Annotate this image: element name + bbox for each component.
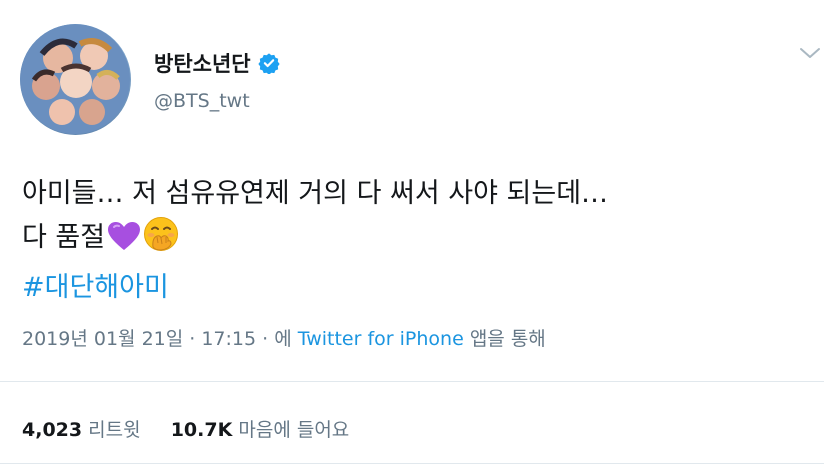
divider — [0, 381, 824, 382]
tweet-text: 아미들… 저 섬유유연제 거의 다 써서 사야 되는데… 다 품절 #대단해아미 — [22, 172, 608, 310]
verified-badge-icon — [257, 52, 280, 75]
retweet-count[interactable]: 4,023 — [22, 419, 82, 441]
tweet-line-1: 아미들… 저 섬유유연제 거의 다 써서 사야 되는데… — [22, 178, 609, 209]
avatar[interactable] — [20, 24, 131, 135]
hashtag-link[interactable]: #대단해아미 — [22, 266, 608, 310]
user-handle[interactable]: @BTS_twt — [154, 90, 250, 112]
tweet-line-2-text: 다 품절 — [22, 222, 106, 253]
chevron-down-icon[interactable] — [797, 40, 823, 66]
author-name-row: 방탄소년단 — [154, 48, 280, 78]
bottom-divider — [0, 463, 824, 464]
source-suffix: 앱을 통해 — [469, 328, 546, 350]
tweet-line-2: 다 품절 — [22, 216, 608, 266]
display-name[interactable]: 방탄소년단 — [154, 48, 251, 78]
face-with-hand-over-mouth-icon — [143, 216, 179, 266]
tweet-stats: 4,023 리트윗 10.7K 마음에 들어요 — [22, 415, 349, 442]
purple-heart-icon — [107, 221, 141, 265]
like-count[interactable]: 10.7K — [171, 419, 233, 441]
like-label[interactable]: 마음에 들어요 — [238, 419, 349, 441]
avatar-image — [20, 24, 130, 134]
source-link[interactable]: Twitter for iPhone — [298, 328, 464, 350]
tweet-meta: 2019년 01월 21일 · 17:15 · 에 Twitter for iP… — [22, 324, 546, 351]
retweet-label[interactable]: 리트윗 — [88, 419, 140, 441]
timestamp[interactable]: 2019년 01월 21일 · 17:15 · 에 — [22, 328, 292, 350]
